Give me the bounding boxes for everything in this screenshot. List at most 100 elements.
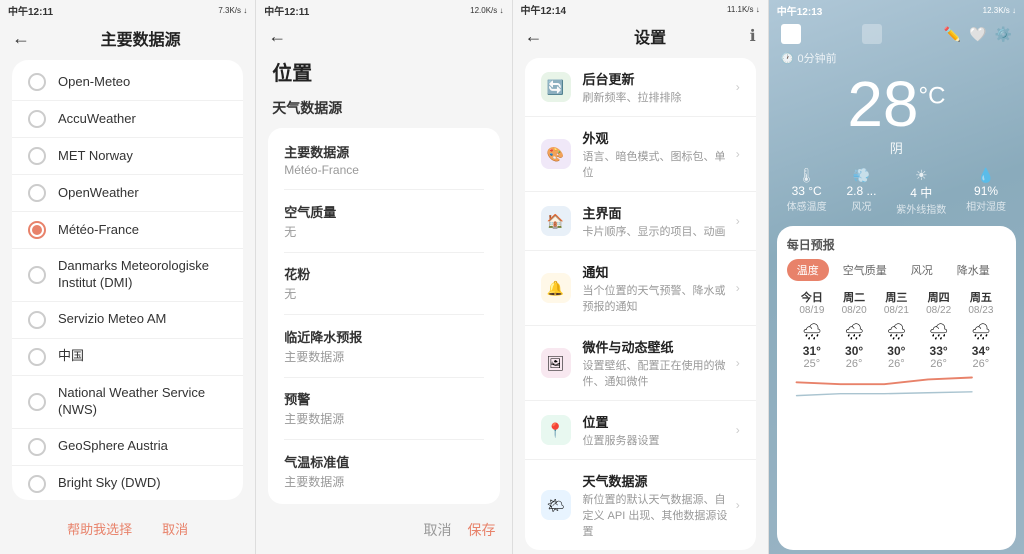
settings-list: 🔄 后台更新 刷新频率、拉排排除 › 🎨 外观 语言、暗色模式、图标包、单位 ›… xyxy=(525,58,756,550)
settings-item-title-0: 后台更新 xyxy=(583,69,736,88)
forecast-tab-0[interactable]: 温度 xyxy=(787,259,829,281)
cancel-button-1[interactable]: 取消 xyxy=(162,519,188,538)
settings-item-2[interactable]: 🏠 主界面 卡片顺序、显示的项目、动画 › xyxy=(525,192,756,251)
settings-row-1[interactable]: 空气质量 无 xyxy=(284,198,483,244)
radio-circle-met-norway xyxy=(28,147,46,165)
weather-stat-0: 🌡 33 °C 体感温度 xyxy=(787,167,827,216)
settings-item-sub-3: 当个位置的天气预警、降水或预报的通知 xyxy=(583,282,736,314)
settings-item-title-1: 外观 xyxy=(583,128,736,147)
panel2-title: 位置 xyxy=(256,53,511,94)
forecast-tab-1[interactable]: 空气质量 xyxy=(833,259,897,281)
settings-row-2[interactable]: 花粉 无 xyxy=(284,260,483,306)
radio-circle-open-meteo xyxy=(28,73,46,91)
stat-icon-3: 💧 xyxy=(966,167,1006,184)
radio-item-open-meteo[interactable]: Open-Meteo xyxy=(12,64,243,101)
settings-row-0[interactable]: 主要数据源 Météo-France xyxy=(284,138,483,181)
row-value-4: 主要数据源 xyxy=(284,410,483,427)
radio-label-meteo-france: Météo-France xyxy=(58,222,139,239)
settings-item-title-5: 位置 xyxy=(583,412,736,431)
gear-icon[interactable]: ⚙️ xyxy=(995,26,1012,43)
settings-row-4[interactable]: 预警 主要数据源 xyxy=(284,385,483,431)
day-low-4: 26° xyxy=(973,358,990,370)
panel-location: 中午12:11 12.0K/s ↓ ← 位置 天气数据源 主要数据源 Météo… xyxy=(256,0,512,554)
status-icons-4: 12.3K/s ↓ xyxy=(983,6,1016,15)
panel2-header: ← xyxy=(256,20,511,53)
forecast-tab-3[interactable]: 降水量 xyxy=(947,259,1000,281)
forecast-day-2: 周三 08/21 🌧 30° 26° xyxy=(875,289,917,370)
weather-stat-3: 💧 91% 相对湿度 xyxy=(966,167,1006,216)
panel-settings: 中午12:14 11.1K/s ↓ ← 设置 ℹ 🔄 后台更新 刷新频率、拉排排… xyxy=(513,0,769,554)
clock-icon: 🕐 xyxy=(781,53,795,65)
settings-item-3[interactable]: 🔔 通知 当个位置的天气预警、降水或预报的通知 › xyxy=(525,251,756,326)
settings-item-text-1: 外观 语言、暗色模式、图标包、单位 xyxy=(583,128,736,180)
settings-item-icon-2: 🏠 xyxy=(541,206,571,236)
settings-row-3[interactable]: 临近降水预报 主要数据源 xyxy=(284,323,483,369)
heart-icon[interactable]: 🤍 xyxy=(969,26,986,43)
status-bar-3: 中午12:14 11.1K/s ↓ xyxy=(513,0,768,18)
back-button-2[interactable]: ← xyxy=(268,26,286,47)
settings-item-icon-4: 🖼 xyxy=(541,348,571,378)
day-high-3: 33° xyxy=(930,344,948,358)
edit-icon[interactable]: ✏️ xyxy=(944,26,961,43)
radio-label-nws: National Weather Service (NWS) xyxy=(58,385,227,419)
day-low-2: 26° xyxy=(888,358,905,370)
settings-item-0[interactable]: 🔄 后台更新 刷新频率、拉排排除 › xyxy=(525,58,756,117)
row-value-1: 无 xyxy=(284,223,483,240)
settings-item-sub-5: 位置服务器设置 xyxy=(583,432,736,448)
cancel-button-2[interactable]: 取消 xyxy=(424,520,452,540)
settings-item-text-3: 通知 当个位置的天气预警、降水或预报的通知 xyxy=(583,262,736,314)
radio-item-servizio[interactable]: Servizio Meteo AM xyxy=(12,302,243,339)
settings-item-sub-1: 语言、暗色模式、图标包、单位 xyxy=(583,148,736,180)
status-icons-3: 11.1K/s ↓ xyxy=(727,5,760,14)
radio-circle-geosphere xyxy=(28,438,46,456)
signal-2: 12.0K/s ↓ xyxy=(470,6,503,15)
weather-logo xyxy=(781,24,801,44)
status-bar-1: 中午12:11 7.3K/s ↓ xyxy=(0,0,255,20)
row-label-1: 空气质量 xyxy=(284,202,483,221)
save-button-2[interactable]: 保存 xyxy=(468,520,496,540)
weather-stats-row: 🌡 33 °C 体感温度 💨 2.8 ... 风况 ☀ 4 中 紫外线指数 💧 … xyxy=(769,161,1024,222)
radio-item-nws[interactable]: National Weather Service (NWS) xyxy=(12,376,243,429)
settings-item-6[interactable]: 🌤 天气数据源 新位置的默认天气数据源、自定义 API 出现、其他数据源设置 › xyxy=(525,460,756,550)
radio-item-geosphere[interactable]: GeoSphere Austria xyxy=(12,429,243,466)
time-1: 中午12:11 xyxy=(8,3,53,18)
row-label-5: 气温标准值 xyxy=(284,452,483,471)
radio-item-openweather[interactable]: OpenWeather xyxy=(12,175,243,212)
weather-data-source-card: 主要数据源 Météo-France 空气质量 无 花粉 无 临近降水预报 主要… xyxy=(268,128,499,504)
day-name-0: 今日 xyxy=(801,289,823,305)
row-value-5: 主要数据源 xyxy=(284,473,483,490)
back-button-3[interactable]: ← xyxy=(525,26,543,47)
forecast-tab-2[interactable]: 风况 xyxy=(901,259,943,281)
status-icons-2: 12.0K/s ↓ xyxy=(470,6,503,15)
chevron-icon-2: › xyxy=(736,214,740,228)
settings-item-sub-2: 卡片顺序、显示的项目、动画 xyxy=(583,223,736,239)
settings-item-sub-6: 新位置的默认天气数据源、自定义 API 出现、其他数据源设置 xyxy=(583,491,736,539)
settings-item-5[interactable]: 📍 位置 位置服务器设置 › xyxy=(525,401,756,460)
radio-item-meteo-france[interactable]: Météo-France xyxy=(12,212,243,249)
radio-item-accuweather[interactable]: AccuWeather xyxy=(12,101,243,138)
stat-icon-1: 💨 xyxy=(846,167,876,184)
info-icon[interactable]: ℹ xyxy=(750,26,756,46)
forecast-day-4: 周五 08/23 🌧 34° 26° xyxy=(960,289,1002,370)
weather-widget xyxy=(862,24,882,44)
radio-label-china: 中国 xyxy=(58,348,84,365)
radio-circle-china xyxy=(28,348,46,366)
forecast-day-3: 周四 08/22 🌧 33° 26° xyxy=(918,289,960,370)
settings-item-1[interactable]: 🎨 外观 语言、暗色模式、图标包、单位 › xyxy=(525,117,756,192)
settings-item-icon-0: 🔄 xyxy=(541,72,571,102)
stat-icon-0: 🌡 xyxy=(787,167,827,184)
back-button-1[interactable]: ← xyxy=(12,28,30,49)
day-low-3: 26° xyxy=(930,358,947,370)
settings-row-5[interactable]: 气温标准值 主要数据源 xyxy=(284,448,483,494)
help-select-button[interactable]: 帮助我选择 xyxy=(67,519,132,538)
radio-circle-nws xyxy=(28,393,46,411)
forecast-day-1: 周二 08/20 🌧 30° 26° xyxy=(833,289,875,370)
settings-item-4[interactable]: 🖼 微件与动态壁纸 设置壁纸、配置正在使用的微件、通知微件 › xyxy=(525,326,756,401)
radio-item-bright-sky[interactable]: Bright Sky (DWD) xyxy=(12,466,243,500)
radio-item-dmi[interactable]: Danmarks Meteorologiske Institut (DMI) xyxy=(12,249,243,302)
radio-item-china[interactable]: 中国 xyxy=(12,339,243,376)
row-label-4: 预警 xyxy=(284,389,483,408)
settings-item-title-2: 主界面 xyxy=(583,203,736,222)
forecast-title: 每日预报 xyxy=(787,236,1006,253)
radio-item-met-norway[interactable]: MET Norway xyxy=(12,138,243,175)
